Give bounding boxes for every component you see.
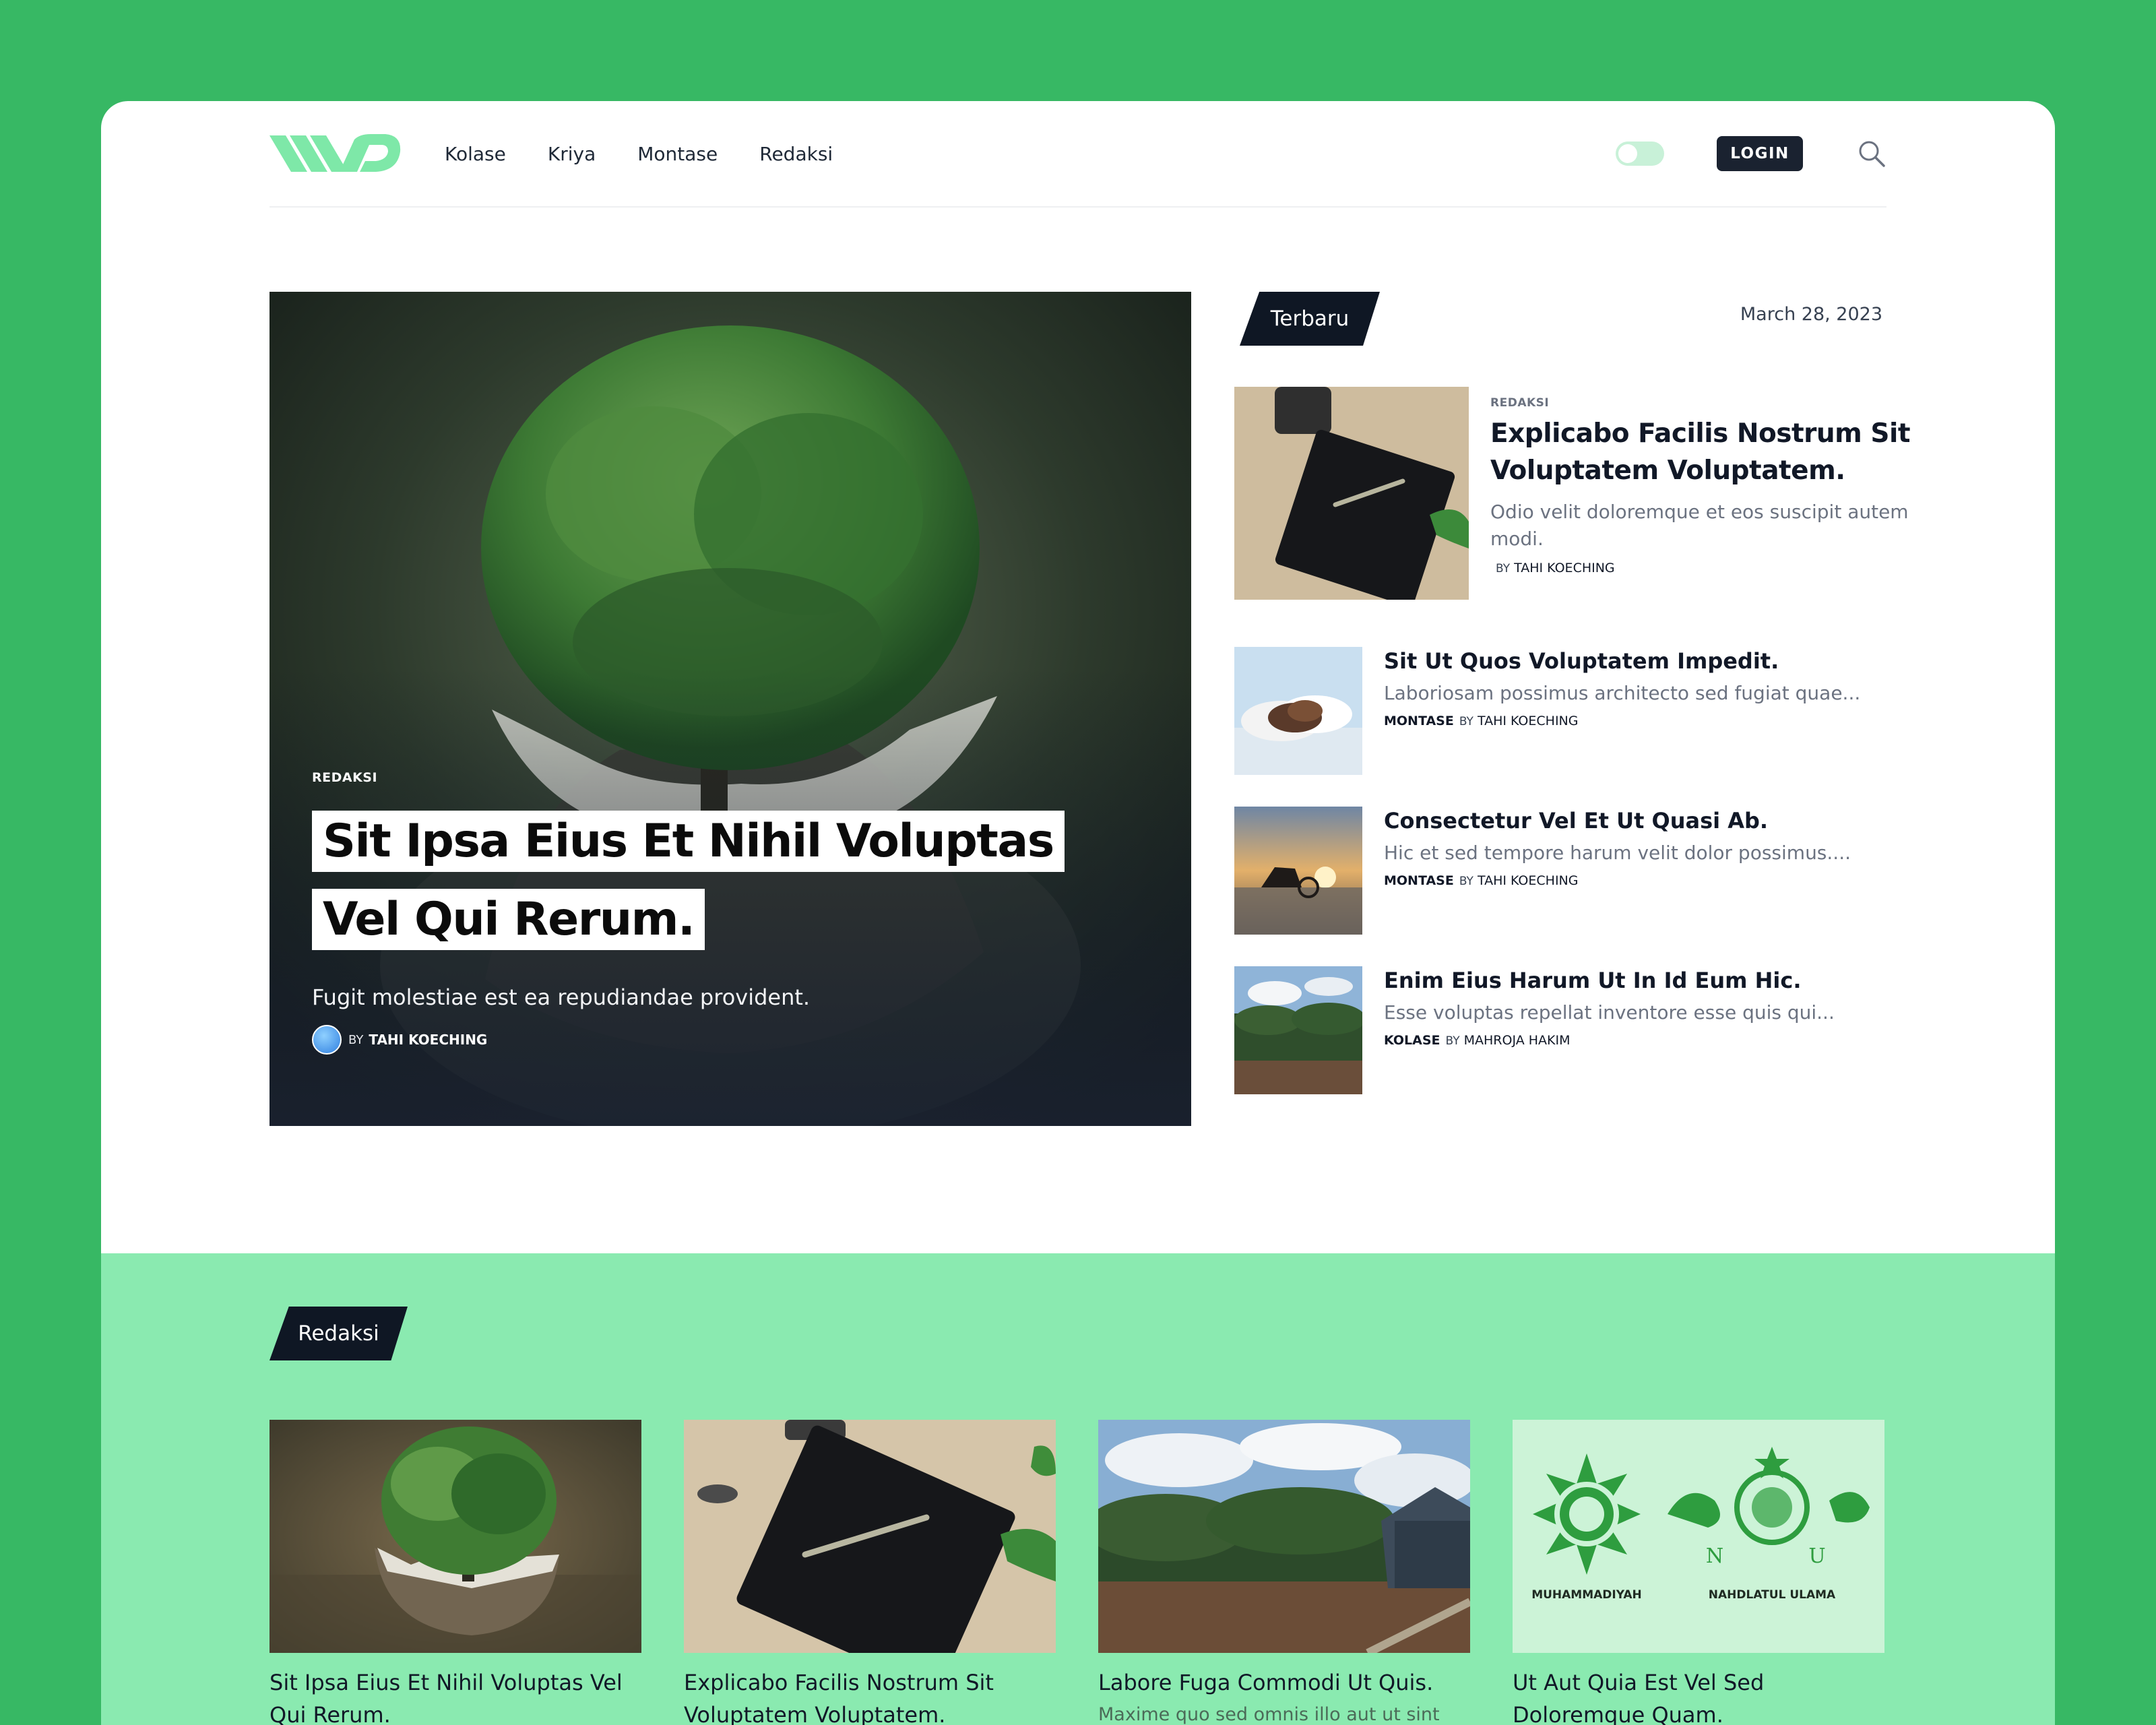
list-excerpt: Laboriosam possimus architecto sed fugia… (1384, 682, 1861, 704)
list-image (1234, 807, 1362, 935)
card-image (684, 1420, 1056, 1653)
list-author[interactable]: TAHI KOECHING (1478, 714, 1579, 728)
article-card[interactable]: Explicabo Facilis Nostrum Sit Voluptatem… (684, 1420, 1056, 1725)
nav-kriya[interactable]: Kriya (548, 143, 596, 165)
card-grid: Sit Ipsa Eius Et Nihil Voluptas Vel Qui … (270, 1420, 1884, 1725)
card-image (270, 1420, 641, 1653)
hero-byline: BY TAHI KOECHING (312, 1025, 1110, 1055)
featured-article[interactable]: REDAKSI Explicabo Facilis Nostrum Sit Vo… (1234, 387, 1935, 602)
hero-content: REDAKSI Sit Ipsa Eius Et Nihil Voluptas … (312, 770, 1110, 1055)
list-title[interactable]: Sit Ut Quos Voluptatem Impedit. (1384, 648, 1935, 674)
list-item[interactable]: Sit Ut Quos Voluptatem Impedit. Laborios… (1234, 647, 1935, 776)
card-image (1098, 1420, 1470, 1653)
article-card[interactable]: MUHAMMADIYAH N U NAHDLATUL ULAMA Ut Aut … (1513, 1420, 1884, 1725)
latest-tag: Terbaru (1240, 292, 1380, 346)
list-image (1234, 647, 1362, 775)
hero-category[interactable]: REDAKSI (312, 770, 1110, 785)
card-title[interactable]: Sit Ipsa Eius Et Nihil Voluptas Vel Qui … (270, 1666, 641, 1725)
by-label: BY (348, 1032, 364, 1047)
article-card[interactable]: Labore Fuga Commodi Ut Quis. Maxime quo … (1098, 1420, 1470, 1725)
muhammadiyah-label: MUHAMMADIYAH (1531, 1588, 1642, 1602)
hero-title[interactable]: Sit Ipsa Eius Et Nihil Voluptas Vel Qui … (312, 803, 1110, 959)
list-body: Enim Eius Harum Ut In Id Eum Hic. Esse v… (1384, 966, 1935, 1048)
search-icon[interactable] (1857, 139, 1886, 168)
latest-date: March 28, 2023 (1740, 304, 1882, 325)
login-button[interactable]: LOGIN (1717, 136, 1803, 171)
list-item[interactable]: Enim Eius Harum Ut In Id Eum Hic. Esse v… (1234, 966, 1935, 1096)
nav-montase[interactable]: Montase (637, 143, 718, 165)
list-body: Consectetur Vel Et Ut Quasi Ab. Hic et s… (1384, 807, 1935, 888)
featured-body: REDAKSI Explicabo Facilis Nostrum Sit Vo… (1490, 396, 1935, 575)
site-header: Kolase Kriya Montase Redaksi LOGIN (270, 101, 1886, 208)
by-label: BY (1459, 715, 1473, 728)
theme-toggle[interactable] (1616, 142, 1664, 166)
hero-title-text: Sit Ipsa Eius Et Nihil Voluptas Vel Qui … (312, 811, 1065, 950)
card-title[interactable]: Labore Fuga Commodi Ut Quis. (1098, 1666, 1470, 1699)
nav-kolase[interactable]: Kolase (445, 143, 506, 165)
list-title[interactable]: Consectetur Vel Et Ut Quasi Ab. (1384, 808, 1935, 834)
card-excerpt: Maxime quo sed omnis illo aut ut sint (1098, 1704, 1440, 1725)
list-body: Sit Ut Quos Voluptatem Impedit. Laborios… (1384, 647, 1935, 728)
hero-author[interactable]: TAHI KOECHING (369, 1032, 487, 1048)
avatar (312, 1025, 342, 1055)
list-image (1234, 966, 1362, 1094)
card-title[interactable]: Ut Aut Quia Est Vel Sed Doloremque Quam. (1513, 1666, 1884, 1725)
featured-title[interactable]: Explicabo Facilis Nostrum Sit Voluptatem… (1490, 415, 1935, 489)
nu-letter-u: U (1808, 1544, 1825, 1568)
toggle-knob (1618, 144, 1637, 163)
list-author[interactable]: MAHROJA HAKIM (1464, 1033, 1571, 1048)
list-meta: MONTASE BY TAHI KOECHING (1384, 714, 1935, 728)
list-meta: KOLASE BY MAHROJA HAKIM (1384, 1033, 1935, 1048)
nu-label: NAHDLATUL ULAMA (1709, 1588, 1836, 1602)
list-meta: MONTASE BY TAHI KOECHING (1384, 873, 1935, 888)
card-title[interactable]: Explicabo Facilis Nostrum Sit Voluptatem… (684, 1666, 1056, 1725)
list-author[interactable]: TAHI KOECHING (1478, 873, 1579, 888)
list-category[interactable]: KOLASE (1384, 1033, 1440, 1048)
hero-article[interactable]: REDAKSI Sit Ipsa Eius Et Nihil Voluptas … (270, 292, 1191, 1126)
nu-letter-n: N (1706, 1544, 1723, 1568)
section-tag: Redaksi (270, 1307, 408, 1360)
main-nav: Kolase Kriya Montase Redaksi (445, 143, 833, 165)
by-label: BY (1445, 1034, 1460, 1048)
article-card[interactable]: Sit Ipsa Eius Et Nihil Voluptas Vel Qui … (270, 1420, 641, 1725)
list-excerpt: Esse voluptas repellat inventore esse qu… (1384, 1001, 1835, 1024)
featured-author[interactable]: TAHI KOECHING (1514, 561, 1615, 575)
by-label: BY (1459, 875, 1473, 888)
redaksi-section: Redaksi Sit Ipsa Eius Et Nihil Voluptas … (101, 1253, 2055, 1725)
header-actions: LOGIN (1616, 136, 1886, 171)
featured-image (1234, 387, 1469, 600)
list-category[interactable]: MONTASE (1384, 714, 1454, 728)
list-excerpt: Hic et sed tempore harum velit dolor pos… (1384, 842, 1851, 864)
featured-byline: BY TAHI KOECHING (1490, 561, 1935, 575)
list-title[interactable]: Enim Eius Harum Ut In Id Eum Hic. (1384, 968, 1935, 993)
site-logo[interactable] (270, 131, 402, 176)
by-label: BY (1496, 562, 1511, 575)
nav-redaksi[interactable]: Redaksi (759, 143, 833, 165)
hero-excerpt: Fugit molestiae est ea repudiandae provi… (312, 984, 811, 1010)
card-image: MUHAMMADIYAH N U NAHDLATUL ULAMA (1513, 1420, 1884, 1653)
page-card: Kolase Kriya Montase Redaksi LOGIN REDAK… (101, 101, 2055, 1725)
list-item[interactable]: Consectetur Vel Et Ut Quasi Ab. Hic et s… (1234, 807, 1935, 936)
featured-excerpt: Odio velit doloremque et eos suscipit au… (1490, 501, 1909, 550)
list-category[interactable]: MONTASE (1384, 873, 1454, 888)
featured-category[interactable]: REDAKSI (1490, 396, 1935, 410)
latest-header: Terbaru March 28, 2023 (1240, 292, 1936, 346)
